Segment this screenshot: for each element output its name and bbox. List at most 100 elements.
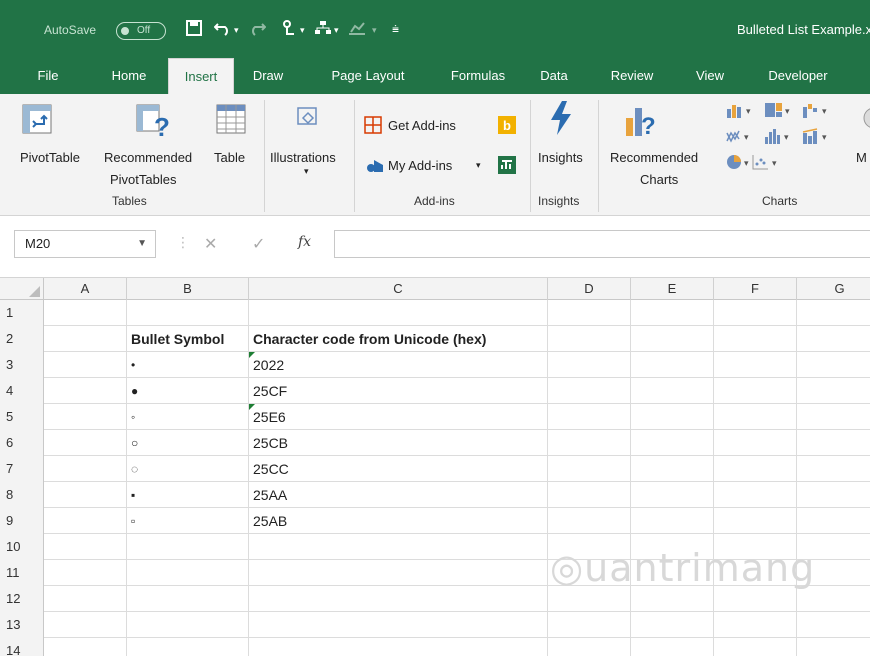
cell-c[interactable]: 25E6: [249, 404, 548, 430]
row-header[interactable]: 5: [0, 404, 44, 430]
cell-c[interactable]: 2022: [249, 352, 548, 378]
cell[interactable]: [44, 638, 127, 656]
cell-b[interactable]: ◌: [127, 456, 249, 482]
cell[interactable]: [44, 534, 127, 560]
enter-icon[interactable]: ✓: [252, 234, 265, 254]
tab-developer[interactable]: Developer: [756, 58, 840, 94]
cell-b[interactable]: [127, 638, 249, 656]
cell-c[interactable]: 25CB: [249, 430, 548, 456]
column-header-b[interactable]: B: [127, 278, 249, 300]
hierarchy-icon[interactable]: [314, 20, 332, 41]
cell[interactable]: [714, 378, 797, 404]
cell-b[interactable]: [127, 534, 249, 560]
name-box-dropdown-icon[interactable]: ▼: [137, 231, 147, 257]
tab-draw[interactable]: Draw: [248, 58, 288, 94]
scatter-chart-icon[interactable]: ▾: [752, 154, 782, 173]
cell[interactable]: [631, 612, 714, 638]
cell[interactable]: [44, 300, 127, 326]
cell[interactable]: [44, 482, 127, 508]
tab-formulas[interactable]: Formulas: [438, 58, 518, 94]
chart-dropdown-icon[interactable]: ▾: [372, 25, 377, 36]
cell-b[interactable]: •: [127, 352, 249, 378]
cell-c[interactable]: 25AB: [249, 508, 548, 534]
tab-insert[interactable]: Insert: [168, 58, 234, 94]
cell[interactable]: [714, 456, 797, 482]
undo-dropdown-icon[interactable]: ▾: [234, 25, 239, 36]
cell[interactable]: [714, 638, 797, 656]
row-header[interactable]: 7: [0, 456, 44, 482]
cell[interactable]: [714, 300, 797, 326]
combo-chart-icon[interactable]: ▾: [802, 128, 832, 147]
cell-b[interactable]: [127, 612, 249, 638]
tab-review[interactable]: Review: [604, 58, 660, 94]
cell[interactable]: [631, 352, 714, 378]
cell[interactable]: [44, 612, 127, 638]
bing-icon[interactable]: b: [498, 116, 516, 137]
row-header[interactable]: 12: [0, 586, 44, 612]
save-icon[interactable]: [186, 20, 202, 41]
cell[interactable]: [44, 560, 127, 586]
cell[interactable]: [631, 638, 714, 656]
cell[interactable]: [714, 404, 797, 430]
tab-view[interactable]: View: [688, 58, 732, 94]
cell[interactable]: [548, 404, 631, 430]
row-header[interactable]: 4: [0, 378, 44, 404]
cell[interactable]: [631, 456, 714, 482]
cell[interactable]: [548, 326, 631, 352]
cell[interactable]: [548, 482, 631, 508]
cell[interactable]: [548, 638, 631, 656]
row-header[interactable]: 3: [0, 352, 44, 378]
cell[interactable]: [44, 352, 127, 378]
cell[interactable]: [631, 300, 714, 326]
formula-input[interactable]: [334, 230, 870, 258]
cell[interactable]: [714, 352, 797, 378]
statistic-chart-icon[interactable]: ▾: [764, 128, 794, 147]
row-header[interactable]: 11: [0, 560, 44, 586]
cell-c[interactable]: 25CC: [249, 456, 548, 482]
cell-b[interactable]: Bullet Symbol: [127, 326, 249, 352]
people-graph-icon[interactable]: [498, 156, 516, 177]
cancel-icon[interactable]: ✕: [204, 234, 217, 254]
row-header[interactable]: 1: [0, 300, 44, 326]
cell[interactable]: [631, 430, 714, 456]
cell-b[interactable]: [127, 560, 249, 586]
row-header[interactable]: 14: [0, 638, 44, 656]
cell[interactable]: [714, 430, 797, 456]
cell[interactable]: [548, 508, 631, 534]
cell-c[interactable]: [249, 586, 548, 612]
redo-icon[interactable]: [248, 20, 267, 41]
column-chart-icon[interactable]: ▾: [726, 102, 756, 121]
cell-b[interactable]: ▫: [127, 508, 249, 534]
customize-qat-icon[interactable]: ⩧: [392, 22, 399, 37]
cell[interactable]: [631, 378, 714, 404]
cell[interactable]: [714, 482, 797, 508]
column-header-g[interactable]: G: [797, 278, 870, 300]
cell[interactable]: [44, 456, 127, 482]
cell-b[interactable]: ▪: [127, 482, 249, 508]
cell-b[interactable]: ○: [127, 430, 249, 456]
line-chart-icon[interactable]: ▾: [726, 128, 756, 147]
cell[interactable]: [44, 378, 127, 404]
cell[interactable]: [631, 508, 714, 534]
cell-c[interactable]: [249, 300, 548, 326]
cell-c[interactable]: 25CF: [249, 378, 548, 404]
cell[interactable]: [714, 326, 797, 352]
column-header-c[interactable]: C: [249, 278, 548, 300]
cell-b[interactable]: ●: [127, 378, 249, 404]
column-header-d[interactable]: D: [548, 278, 631, 300]
row-header[interactable]: 2: [0, 326, 44, 352]
cell-b[interactable]: [127, 586, 249, 612]
cell[interactable]: [44, 404, 127, 430]
row-header[interactable]: 8: [0, 482, 44, 508]
cell[interactable]: [548, 612, 631, 638]
row-header[interactable]: 10: [0, 534, 44, 560]
cell[interactable]: [631, 482, 714, 508]
cell[interactable]: [714, 612, 797, 638]
cell-c[interactable]: [249, 534, 548, 560]
cell[interactable]: [44, 430, 127, 456]
cell[interactable]: [631, 326, 714, 352]
cell-c[interactable]: Character code from Unicode (hex): [249, 326, 548, 352]
touch-mode-icon[interactable]: [282, 20, 296, 43]
autosave-toggle[interactable]: Off: [116, 22, 166, 40]
tab-data[interactable]: Data: [534, 58, 574, 94]
